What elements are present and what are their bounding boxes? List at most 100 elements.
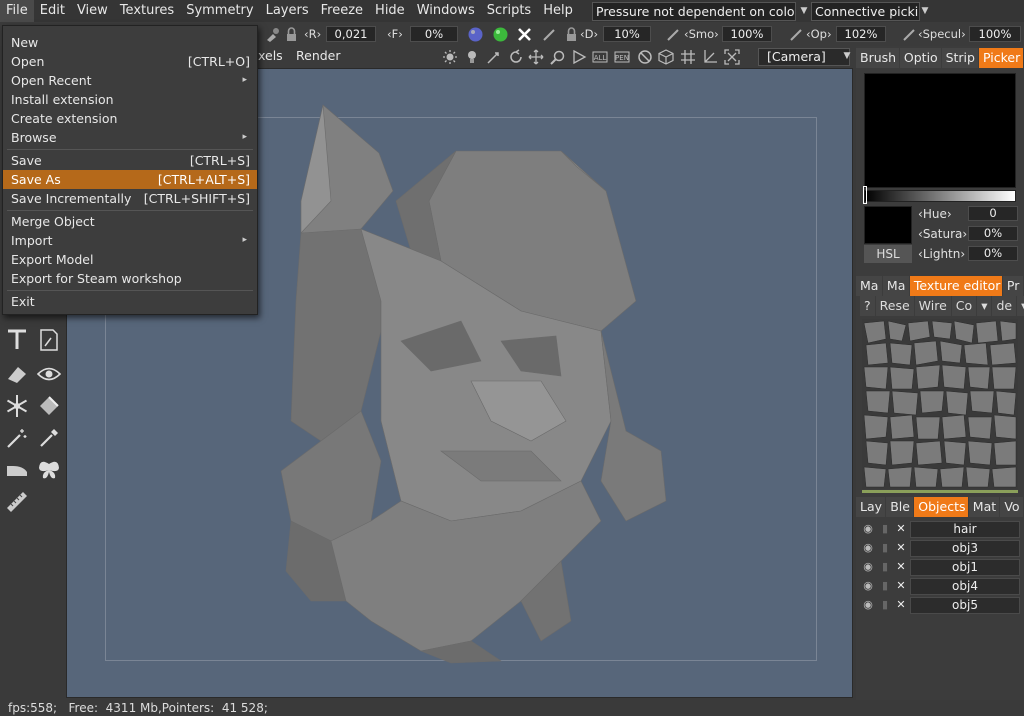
radius-value[interactable]: 0,021 [326,26,376,42]
menu-edit[interactable]: Edit [34,0,71,22]
opacity-value[interactable]: 102% [836,26,886,42]
fit-view-icon[interactable] [724,49,740,65]
tab-brush[interactable]: Brush [856,48,899,68]
menu-item-save-as[interactable]: Save As [CTRL+ALT+S] [3,170,257,189]
text-frame-tool-icon[interactable] [37,328,61,352]
iron-tool-icon[interactable] [5,458,29,482]
object-name[interactable]: obj5 [910,597,1020,614]
lightness-value[interactable]: 0% [968,246,1018,261]
menu-scripts[interactable]: Scripts [481,0,537,22]
tab-picker[interactable]: Picker [979,48,1023,68]
close-x-icon[interactable] [516,26,533,43]
color-button[interactable]: Co [951,296,977,316]
menu-freeze[interactable]: Freeze [315,0,369,22]
gradient-marker[interactable] [863,186,867,204]
all-icon[interactable]: ALL [592,49,608,65]
delete-x-icon[interactable]: ✕ [894,522,908,536]
menu-windows[interactable]: Windows [411,0,481,22]
chevron-down-icon[interactable]: ▼ [798,0,810,22]
lock-icon[interactable] [563,26,580,43]
eye-icon[interactable]: ◉ [861,522,875,536]
menu-item-merge-object[interactable]: Merge Object [3,212,257,231]
picking-dropdown[interactable]: Connective picki [811,2,920,21]
light-bulb-icon[interactable] [464,49,480,65]
object-row[interactable]: ◉ ▮ ✕ obj5 [860,596,1022,615]
chevron-down-icon[interactable]: ▼ [919,0,931,22]
tab-volumes[interactable]: Vo [1000,497,1023,517]
object-row[interactable]: ◉ ▮ ✕ hair [860,520,1022,539]
menu-item-browse[interactable]: Browse ▸ [3,128,257,147]
smooth-brush-icon[interactable] [665,26,682,43]
object-name[interactable]: obj1 [910,559,1020,576]
menu-item-install-extension[interactable]: Install extension [3,90,257,109]
text-tool-icon[interactable] [5,328,29,352]
menu-view[interactable]: View [71,0,114,22]
reset-button[interactable]: Rese [875,296,914,316]
zoom-icon[interactable] [550,49,566,65]
object-name[interactable]: obj4 [910,578,1020,595]
tab-texture-editor[interactable]: Texture editor [909,276,1002,296]
tab-pr[interactable]: Pr [1002,276,1023,296]
eye-icon[interactable]: ◉ [861,541,875,555]
tab-layers[interactable]: Lay [856,497,886,517]
menu-item-export-steam-workshop[interactable]: Export for Steam workshop [3,269,257,288]
butterfly-symmetry-icon[interactable] [37,458,61,482]
fill-tool-icon[interactable] [37,394,61,418]
menu-item-export-model[interactable]: Export Model [3,250,257,269]
pen-mode-icon[interactable]: PEN [614,49,630,65]
delete-x-icon[interactable]: ✕ [894,541,908,555]
display-button[interactable]: de [992,296,1017,316]
lock-icon[interactable]: ▮ [878,522,892,536]
sun-icon[interactable] [442,49,458,65]
lightness-gradient-bar[interactable] [864,190,1016,202]
lightness-slider[interactable]: ‹Lightn› 0% [918,246,1018,262]
camera-select[interactable]: [Camera] [758,48,850,66]
lock-icon[interactable]: ▮ [878,579,892,593]
sphere-green-icon[interactable] [492,26,509,43]
depth-value[interactable]: 10% [603,26,651,42]
specular-value[interactable]: 100% [969,26,1021,42]
color-picker-square[interactable] [864,73,1016,188]
menu-help[interactable]: Help [537,0,579,22]
tab-ma-2[interactable]: Ma [882,276,909,296]
play-icon[interactable] [571,49,587,65]
menu-item-import[interactable]: Import ▸ [3,231,257,250]
tab-blend[interactable]: Ble [886,497,914,517]
axis-icon[interactable] [702,49,718,65]
ruler-icon[interactable] [5,490,29,514]
tab-options[interactable]: Optio [899,48,941,68]
menu-item-exit[interactable]: Exit [3,292,257,311]
menu-symmetry[interactable]: Symmetry [180,0,259,22]
lock-icon[interactable]: ▮ [878,598,892,612]
cube-icon[interactable] [658,49,674,65]
specular-brush-icon[interactable] [901,26,918,43]
menu-hide[interactable]: Hide [369,0,411,22]
hue-slider[interactable]: ‹Hue› 0 [918,206,1018,222]
tab-ma-1[interactable]: Ma [856,276,882,296]
eye-icon[interactable]: ◉ [861,579,875,593]
hue-value[interactable]: 0 [968,206,1018,221]
menu-item-open[interactable]: Open [CTRL+O] [3,52,257,71]
hsl-mode-button[interactable]: HSL [864,245,912,263]
object-name[interactable]: obj3 [910,540,1020,557]
snowflake-freeze-icon[interactable] [5,394,29,418]
delete-x-icon[interactable]: ✕ [894,579,908,593]
texture-scrollbar[interactable] [862,490,1018,493]
lock-icon[interactable] [283,26,300,43]
smooth-value[interactable]: 100% [722,26,772,42]
opacity-brush-icon[interactable] [788,26,805,43]
saturation-slider[interactable]: ‹Satura› 0% [918,226,1018,242]
chevron-down-icon[interactable]: ▾ [977,296,992,316]
menu-textures[interactable]: Textures [114,0,180,22]
wireframe-button[interactable]: Wire [914,296,951,316]
eye-icon[interactable] [37,362,61,386]
lock-icon[interactable]: ▮ [878,560,892,574]
eraser-icon[interactable] [5,362,29,386]
chevron-down-icon[interactable]: ▾ [1017,296,1024,316]
sphere-blue-icon[interactable] [467,26,484,43]
texture-preview[interactable] [862,319,1018,489]
menu-item-save-incrementally[interactable]: Save Incrementally [CTRL+SHIFT+S] [3,189,257,208]
tab-materials[interactable]: Mat [968,497,1000,517]
delete-x-icon[interactable]: ✕ [894,598,908,612]
brush-icon[interactable] [264,26,281,43]
